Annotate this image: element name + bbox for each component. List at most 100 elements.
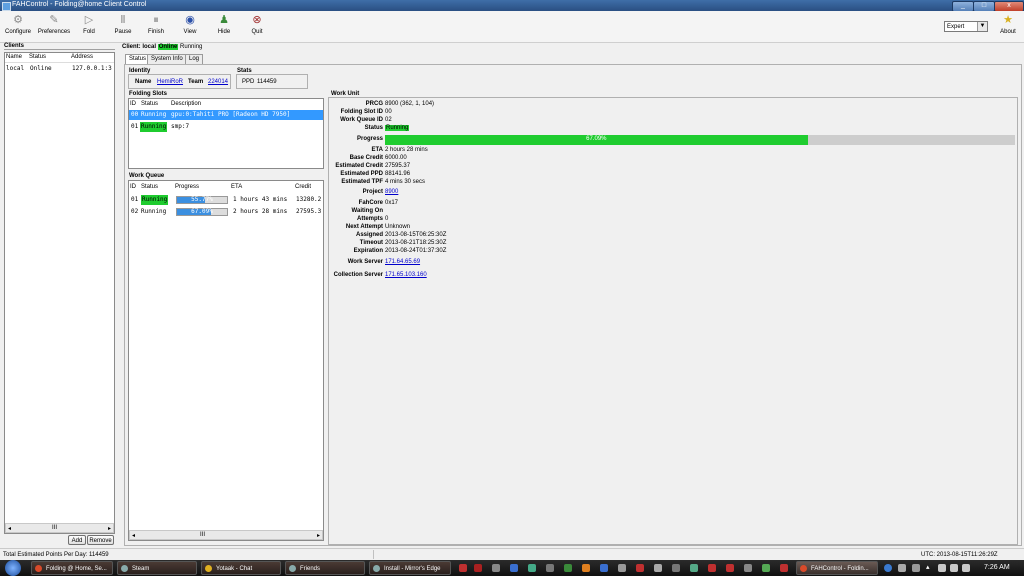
tab-system-info[interactable]: System Info [147, 54, 187, 64]
team-link[interactable]: 224014 [208, 79, 228, 85]
queue-hscrollbar[interactable]: ◂ III ▸ [129, 530, 323, 540]
pinned-app-icon[interactable] [474, 564, 482, 572]
stats-box: PPD 114459 [236, 74, 308, 89]
finish-button[interactable]: ⏸ Finish [145, 13, 167, 35]
pinned-app-icon[interactable] [600, 564, 608, 572]
taskbar-item[interactable]: Yotaak - Chat [201, 561, 281, 575]
col-address[interactable]: Address [71, 54, 93, 60]
est-ppd-label: Estimated PPD [340, 171, 383, 177]
taskbar-item[interactable]: Install - Mirror's Edge [369, 561, 451, 575]
clock[interactable]: 7:26 AM [984, 564, 1010, 571]
fold-icon: ▷ [84, 14, 94, 26]
pinned-app-icon[interactable] [726, 564, 734, 572]
col-eta[interactable]: ETA [231, 184, 242, 190]
tray-icon[interactable] [898, 564, 906, 572]
project-link[interactable]: 8900 [385, 189, 398, 195]
pinned-app-icon[interactable] [654, 564, 662, 572]
remove-client-button[interactable]: Remove [87, 535, 114, 545]
tab-log[interactable]: Log [185, 54, 204, 64]
scroll-thumb[interactable]: III [200, 532, 205, 538]
show-hidden-icon[interactable]: ▴ [926, 563, 930, 571]
queue-row[interactable]: 01 Running 55.77% 1 hours 43 mins 13280.… [129, 195, 323, 205]
pinned-app-icon[interactable] [690, 564, 698, 572]
pinned-app-icon[interactable] [618, 564, 626, 572]
pinned-app-icon[interactable] [636, 564, 644, 572]
pinned-app-icon[interactable] [672, 564, 680, 572]
col-name[interactable]: Name [6, 54, 22, 60]
pinned-app-icon[interactable] [582, 564, 590, 572]
pinned-app-icon[interactable] [459, 564, 467, 572]
taskbar-item-active[interactable]: FAHControl - Foldin... [796, 561, 878, 575]
col-status[interactable]: Status [141, 184, 158, 190]
project-label: Project [362, 189, 383, 195]
col-id[interactable]: ID [130, 101, 136, 107]
pause-button[interactable]: Ⅱ Pause [112, 13, 134, 35]
col-description[interactable]: Description [171, 101, 201, 107]
client-header: Client: local Online Running [122, 44, 203, 50]
clients-list[interactable]: Name Status Address local Online 127.0.0… [4, 52, 115, 534]
network-icon[interactable] [938, 564, 946, 572]
pinned-app-icon[interactable] [564, 564, 572, 572]
pinned-app-icon[interactable] [546, 564, 554, 572]
work-queue-list[interactable]: ID Status Progress ETA Credit 01 Running… [128, 180, 324, 541]
view-button[interactable]: ◉ View [179, 13, 201, 35]
col-id[interactable]: ID [130, 184, 136, 190]
col-credit[interactable]: Credit [295, 184, 311, 190]
window-title: FAHControl - Folding@home Client Control [12, 1, 147, 8]
taskbar-item[interactable]: Folding @ Home, Se... [31, 561, 113, 575]
fahcore-label: FahCore [358, 200, 383, 206]
volume-icon[interactable] [962, 564, 970, 572]
configure-button[interactable]: ⚙ Configure [3, 13, 33, 35]
pinned-app-icon[interactable] [780, 564, 788, 572]
scroll-right-icon[interactable]: ▸ [108, 525, 111, 532]
pinned-app-icon[interactable] [708, 564, 716, 572]
scroll-left-icon[interactable]: ◂ [8, 525, 11, 532]
slots-group-label: Folding Slots [129, 91, 167, 97]
work-server-link[interactable]: 171.64.65.69 [385, 259, 420, 265]
add-client-button[interactable]: Add [68, 535, 86, 545]
pinned-app-icon[interactable] [762, 564, 770, 572]
quit-button[interactable]: ⊗ Quit [246, 13, 268, 35]
quit-icon: ⊗ [252, 14, 262, 26]
est-credit-value: 27595.37 [385, 163, 411, 169]
mode-select[interactable]: Expert ▼ [944, 21, 988, 32]
pinned-app-icon[interactable] [510, 564, 518, 572]
scroll-thumb[interactable]: III [52, 525, 57, 531]
queue-id-value: 02 [385, 117, 392, 123]
fold-button[interactable]: ▷ Fold [78, 13, 100, 35]
taskbar-item[interactable]: Friends [285, 561, 365, 575]
about-button[interactable]: ★ About [996, 13, 1020, 35]
taskbar-item[interactable]: Steam [117, 561, 197, 575]
assigned-label: Assigned [355, 232, 383, 238]
wu-progress-label: Progress [356, 136, 383, 142]
ppd-value: 114459 [257, 79, 277, 85]
col-progress[interactable]: Progress [175, 184, 199, 190]
tray-icon[interactable] [884, 564, 892, 572]
scroll-right-icon[interactable]: ▸ [317, 532, 320, 539]
preferences-button[interactable]: ✎ Preferences [37, 13, 71, 35]
hide-button[interactable]: ♟ Hide [213, 13, 235, 35]
col-status[interactable]: Status [141, 101, 158, 107]
chevron-down-icon[interactable]: ▼ [977, 22, 987, 31]
queue-row[interactable]: 02 Running 67.09% 2 hours 28 mins 27595.… [129, 207, 323, 217]
base-credit-label: Base Credit [349, 155, 383, 161]
display-icon[interactable] [950, 564, 958, 572]
col-status[interactable]: Status [29, 54, 46, 60]
tray-icon[interactable] [912, 564, 920, 572]
scroll-left-icon[interactable]: ◂ [132, 532, 135, 539]
app-icon [2, 2, 11, 11]
pinned-app-icon[interactable] [744, 564, 752, 572]
eta-value: 2 hours 28 mins [385, 147, 428, 153]
collection-server-link[interactable]: 171.65.103.160 [385, 272, 427, 278]
slot-row[interactable]: 01 Running smp:7 [129, 122, 323, 132]
hide-icon: ♟ [219, 14, 229, 26]
clients-hscrollbar[interactable]: ◂ III ▸ [5, 523, 114, 533]
pinned-app-icon[interactable] [528, 564, 536, 572]
start-button[interactable] [5, 560, 21, 576]
slots-list[interactable]: ID Status Description 00 Running gpu:0:T… [128, 98, 324, 169]
slot-row-selected[interactable]: 00 Running gpu:0:Tahiti PRO [Radeon HD 7… [129, 110, 323, 120]
prcg-value: 8900 (362, 1, 104) [385, 101, 435, 107]
donor-name-link[interactable]: HemiRoR [157, 79, 183, 85]
pinned-app-icon[interactable] [492, 564, 500, 572]
next-attempt-label: Next Attempt [345, 224, 383, 230]
